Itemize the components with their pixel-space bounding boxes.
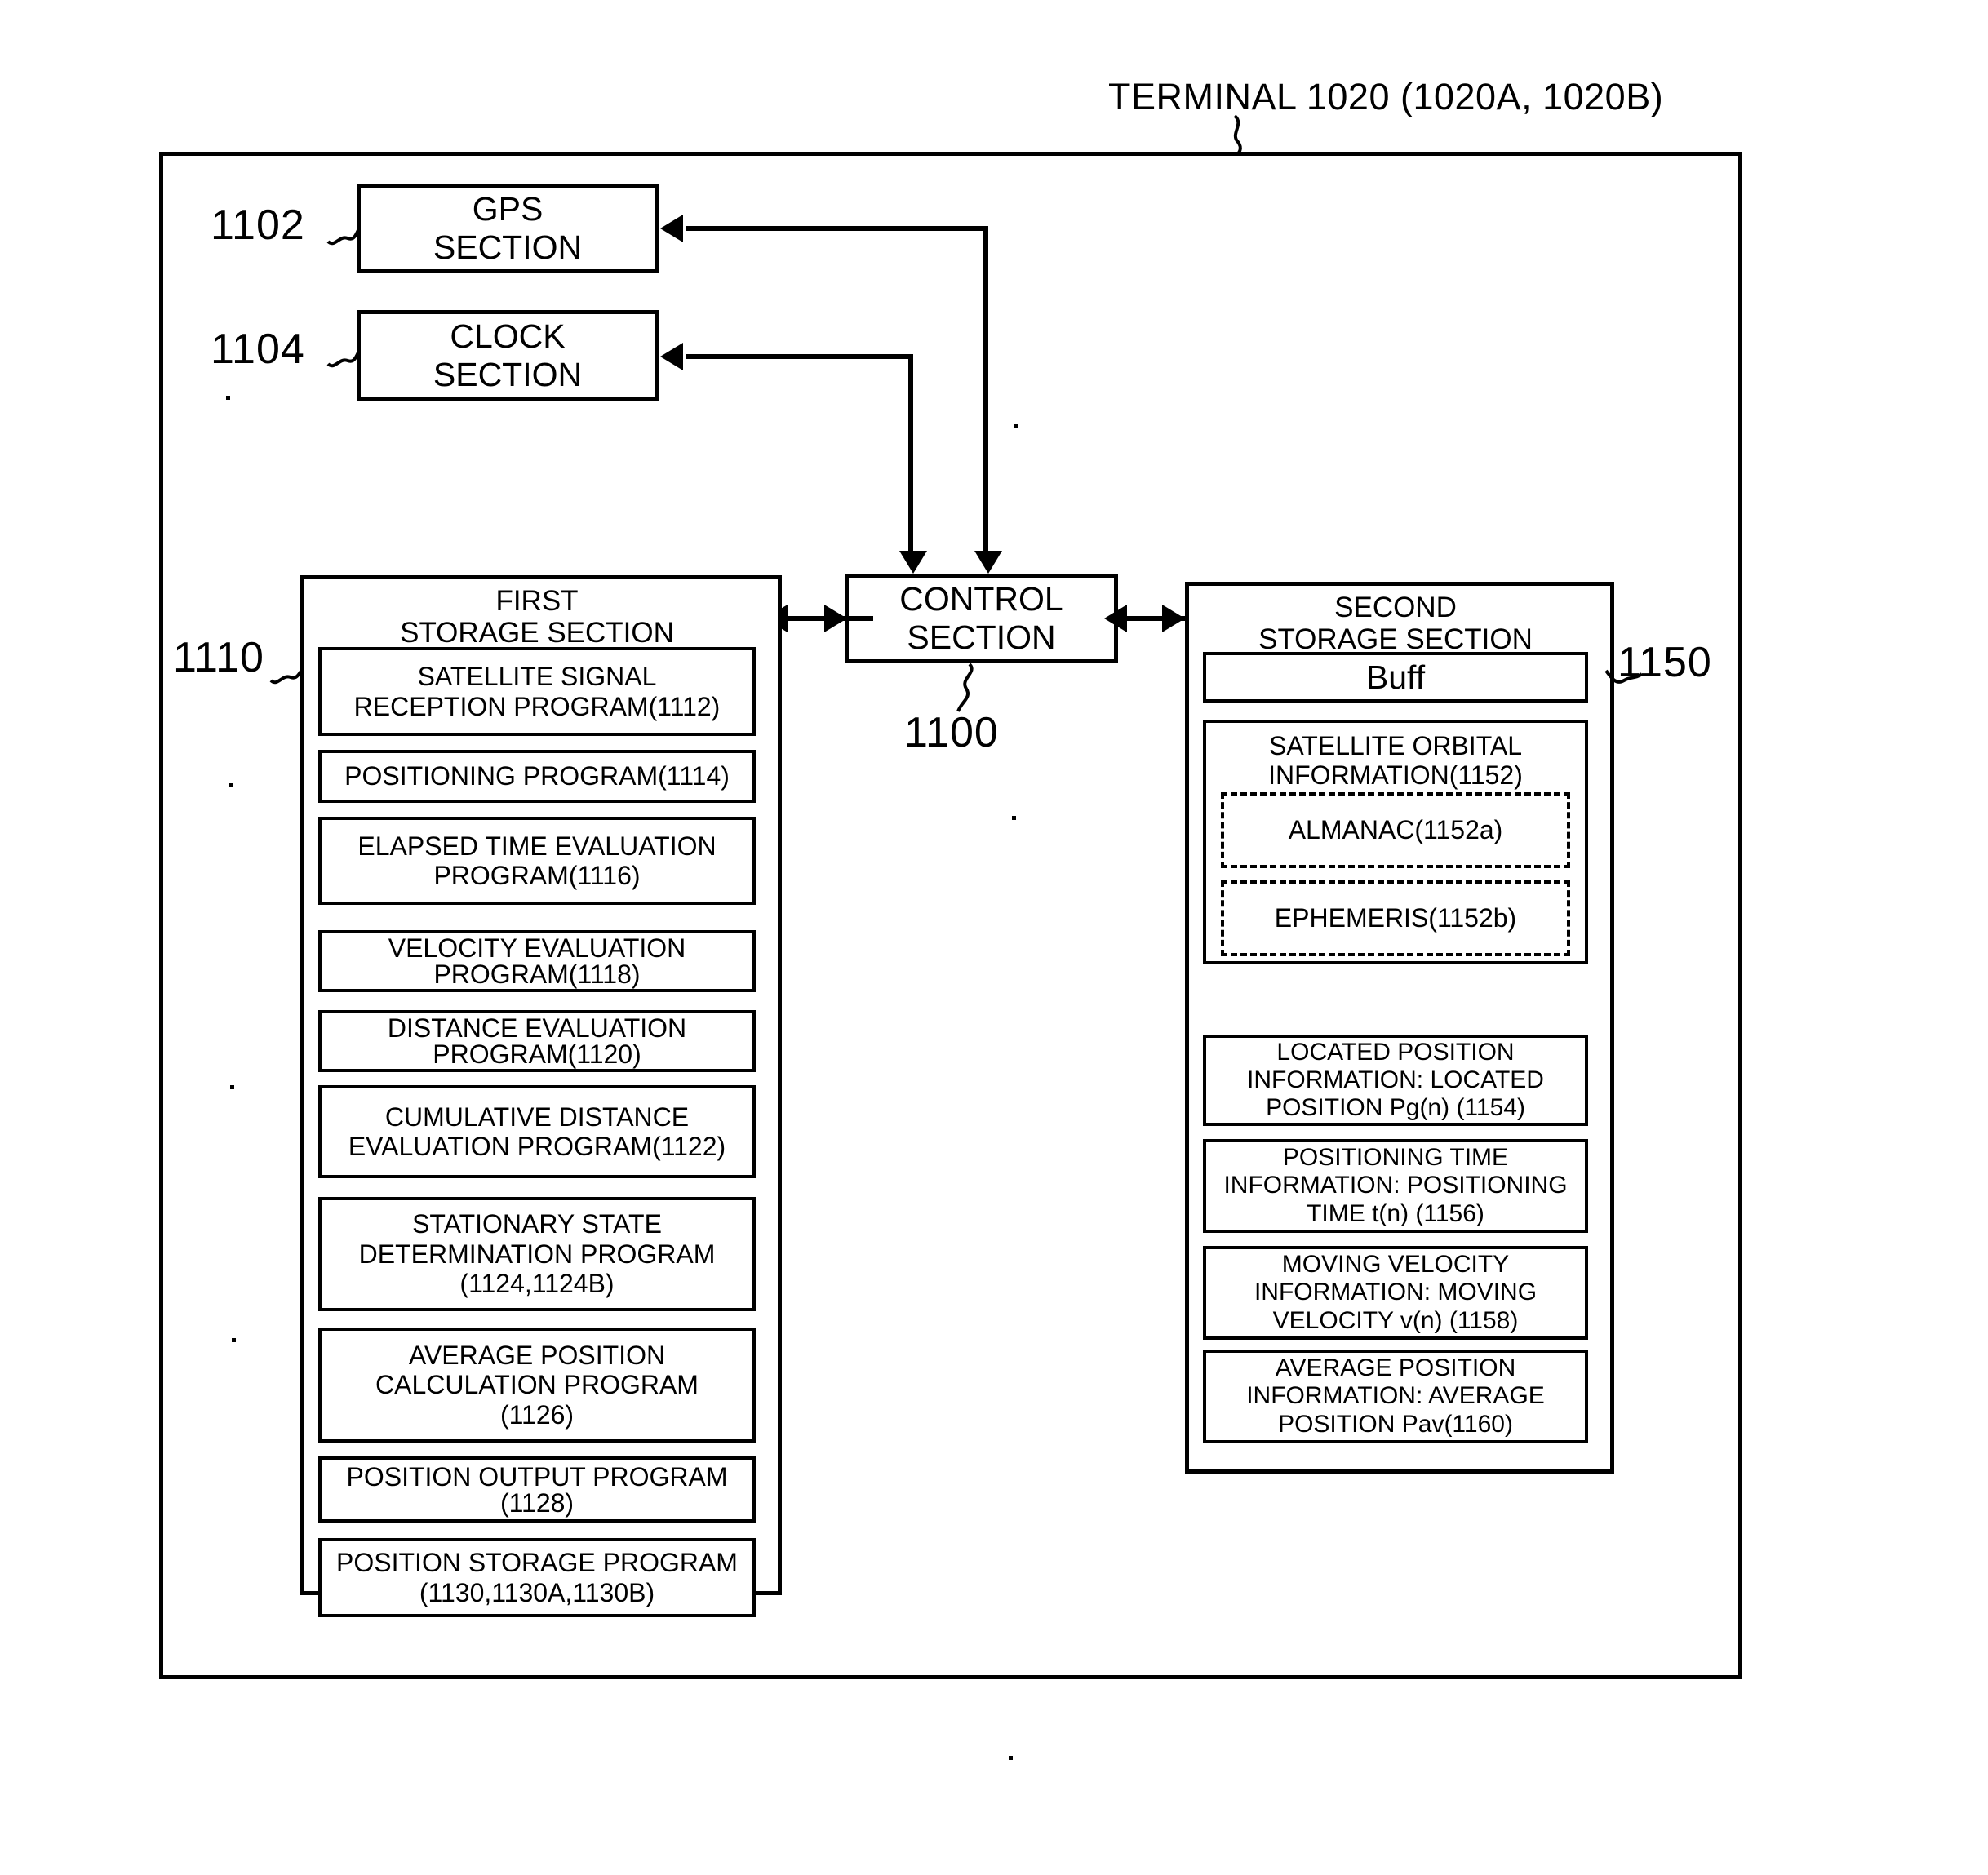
item-label: POSITION STORAGE PROGRAM (1130,1130A,113… (336, 1548, 738, 1607)
second-storage-item-moving-velocity[interactable]: MOVING VELOCITY INFORMATION: MOVING VELO… (1203, 1246, 1588, 1340)
second-storage-item-located-position[interactable]: LOCATED POSITION INFORMATION: LOCATED PO… (1203, 1035, 1588, 1126)
scan-speck (229, 783, 233, 787)
scan-speck (230, 1085, 234, 1089)
item-label: POSITION OUTPUT PROGRAM (1128) (346, 1461, 728, 1518)
item-label: ELAPSED TIME EVALUATION PROGRAM(1116) (357, 831, 717, 890)
clock-section-label: CLOCK SECTION (433, 317, 583, 393)
scan-speck (1014, 424, 1018, 428)
connector-control-to-gps-horizontal (686, 226, 988, 231)
first-storage-section-label: FIRST STORAGE SECTION (400, 585, 674, 649)
gps-section-box[interactable]: GPS SECTION (357, 184, 659, 273)
second-storage-item-ephemeris[interactable]: EPHEMERIS(1152b) (1221, 880, 1570, 956)
second-storage-item-average-position[interactable]: AVERAGE POSITION INFORMATION: AVERAGE PO… (1203, 1350, 1588, 1443)
arrowhead-into-control-from-gps-line (974, 551, 1002, 574)
item-label: SATELLITE SIGNAL RECEPTION PROGRAM(1112) (353, 662, 721, 721)
first-storage-item-1118[interactable]: VELOCITY EVALUATION PROGRAM(1118) (318, 930, 756, 992)
ref-label-1150: 1150 (1617, 639, 1712, 686)
first-storage-item-1122[interactable]: CUMULATIVE DISTANCE EVALUATION PROGRAM(1… (318, 1085, 756, 1178)
arrowhead-to-second-storage (1162, 605, 1185, 632)
control-section-box[interactable]: CONTROL SECTION (845, 574, 1118, 663)
patent-figure-canvas: TERMINAL 1020 (1020A, 1020B) 1102 GPS SE… (0, 0, 1988, 1875)
first-storage-item-1130[interactable]: POSITION STORAGE PROGRAM (1130,1130A,113… (318, 1538, 756, 1617)
first-storage-item-1116[interactable]: ELAPSED TIME EVALUATION PROGRAM(1116) (318, 817, 756, 905)
arrowhead-to-control-from-second-storage (1104, 605, 1127, 632)
connector-control-to-gps-vertical (983, 226, 988, 552)
connector-control-to-clock-vertical (908, 354, 913, 552)
first-storage-item-1120[interactable]: DISTANCE EVALUATION PROGRAM(1120) (318, 1010, 756, 1072)
item-label: DISTANCE EVALUATION PROGRAM(1120) (387, 1013, 687, 1069)
item-label: POSITIONING PROGRAM(1114) (344, 761, 730, 791)
arrowhead-into-control-from-clock-line (899, 551, 927, 574)
second-storage-item-positioning-time[interactable]: POSITIONING TIME INFORMATION: POSITIONIN… (1203, 1139, 1588, 1233)
item-label: AVERAGE POSITION CALCULATION PROGRAM (11… (375, 1340, 699, 1430)
ref-label-1110: 1110 (173, 634, 264, 681)
item-label: EPHEMERIS(1152b) (1274, 903, 1517, 933)
connector-control-to-clock-horizontal (686, 354, 913, 359)
item-label: STATIONARY STATE DETERMINATION PROGRAM (… (358, 1209, 716, 1299)
item-label: AVERAGE POSITION INFORMATION: AVERAGE PO… (1246, 1354, 1545, 1438)
scan-speck (232, 1338, 236, 1342)
gps-section-label: GPS SECTION (433, 190, 583, 266)
arrowhead-into-clock (660, 343, 683, 370)
first-storage-item-1128[interactable]: POSITION OUTPUT PROGRAM (1128) (318, 1456, 756, 1523)
first-storage-item-1114[interactable]: POSITIONING PROGRAM(1114) (318, 750, 756, 803)
arrowhead-to-control-from-first-storage (824, 605, 847, 632)
item-label: VELOCITY EVALUATION PROGRAM(1118) (388, 933, 686, 989)
second-storage-section-box (1185, 582, 1614, 1474)
second-storage-section-label: SECOND STORAGE SECTION (1258, 592, 1533, 655)
clock-section-box[interactable]: CLOCK SECTION (357, 310, 659, 401)
scan-speck (1009, 1756, 1013, 1760)
item-label: POSITIONING TIME INFORMATION: POSITIONIN… (1223, 1144, 1568, 1227)
item-label: ALMANAC(1152a) (1288, 815, 1503, 845)
item-label: Buff (1365, 658, 1426, 696)
item-label: LOCATED POSITION INFORMATION: LOCATED PO… (1247, 1038, 1544, 1122)
second-storage-item-almanac[interactable]: ALMANAC(1152a) (1221, 792, 1570, 868)
second-storage-item-buff[interactable]: Buff (1203, 652, 1588, 703)
item-label: CUMULATIVE DISTANCE EVALUATION PROGRAM(1… (348, 1102, 726, 1161)
ref-label-1100: 1100 (904, 709, 999, 756)
item-label: MOVING VELOCITY INFORMATION: MOVING VELO… (1254, 1251, 1538, 1334)
control-leader-squiggle (950, 663, 987, 713)
figure-title: TERMINAL 1020 (1020A, 1020B) (1108, 76, 1664, 117)
item-label: SATELLITE ORBITAL INFORMATION(1152) (1268, 731, 1523, 791)
first-storage-item-1124[interactable]: STATIONARY STATE DETERMINATION PROGRAM (… (318, 1197, 756, 1311)
ref-label-1102: 1102 (211, 202, 305, 249)
scan-speck (226, 396, 230, 400)
control-section-label: CONTROL SECTION (899, 580, 1063, 656)
scan-speck (1012, 816, 1016, 820)
first-storage-item-1126[interactable]: AVERAGE POSITION CALCULATION PROGRAM (11… (318, 1328, 756, 1443)
ref-label-1104: 1104 (211, 326, 305, 373)
first-storage-item-1112[interactable]: SATELLITE SIGNAL RECEPTION PROGRAM(1112) (318, 647, 756, 736)
arrowhead-into-gps (660, 215, 683, 242)
